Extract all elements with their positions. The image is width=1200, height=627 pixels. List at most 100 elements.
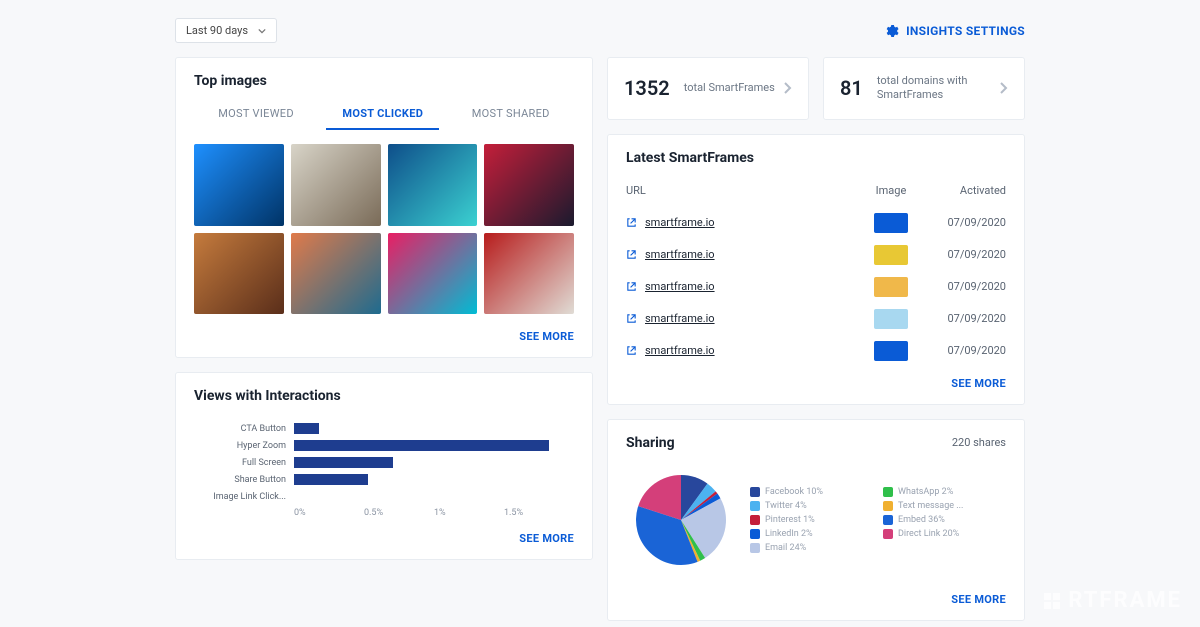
col-image: Image (856, 184, 926, 197)
bar (294, 440, 549, 451)
tab-most-clicked[interactable]: MOST CLICKED (326, 99, 439, 130)
stat-label: total SmartFrames (684, 81, 775, 95)
legend-label: Email 24% (765, 543, 806, 553)
legend-item: WhatsApp 2% (883, 487, 1006, 497)
thumbnail[interactable] (194, 233, 284, 315)
bar (294, 423, 319, 434)
thumbnail[interactable] (388, 144, 478, 226)
legend-swatch (750, 515, 760, 525)
url-link[interactable]: smartframe.io (645, 216, 715, 229)
table-row: smartframe.io 07/09/2020 (608, 207, 1024, 239)
top-images-card: Top images MOST VIEWED MOST CLICKED MOST S… (175, 57, 593, 358)
legend-swatch (883, 501, 893, 511)
legend-swatch (883, 529, 893, 539)
stat-label: total domains with SmartFrames (877, 74, 987, 103)
table-row: smartframe.io 07/09/2020 (608, 303, 1024, 335)
legend-item: Twitter 4% (750, 501, 873, 511)
legend-label: Facebook 10% (765, 487, 823, 497)
legend-label: Embed 36% (898, 515, 945, 525)
legend-swatch (883, 487, 893, 497)
interactions-chart: CTA ButtonHyper ZoomFull ScreenShare But… (176, 414, 592, 522)
url-link[interactable]: smartframe.io (645, 344, 715, 357)
latest-smartframes-card: Latest SmartFrames URL Image Activated s… (607, 134, 1025, 405)
interactions-see-more[interactable]: SEE MORE (176, 522, 592, 559)
tab-most-shared[interactable]: MOST SHARED (456, 99, 566, 130)
top-images-grid (176, 130, 592, 320)
table-row: smartframe.io 07/09/2020 (608, 239, 1024, 271)
interactions-title: Views with Interactions (176, 373, 592, 414)
top-images-see-more[interactable]: SEE MORE (176, 320, 592, 357)
interactions-card: Views with Interactions CTA Button Hyper … (175, 372, 593, 560)
bar-label: CTA Button (194, 424, 294, 434)
legend-item: Embed 36% (883, 515, 1006, 525)
legend-item: Email 24% (750, 543, 873, 553)
insights-settings-link[interactable]: INSIGHTS SETTINGS (883, 23, 1025, 39)
activated-date: 07/09/2020 (926, 216, 1006, 229)
thumbnail[interactable] (291, 144, 381, 226)
external-link-icon (626, 249, 637, 260)
sharing-title: Sharing (626, 435, 675, 451)
thumbnail-small[interactable] (874, 245, 908, 265)
external-link-icon (626, 217, 637, 228)
tab-most-viewed[interactable]: MOST VIEWED (202, 99, 310, 130)
legend-swatch (750, 501, 760, 511)
legend-label: WhatsApp 2% (898, 487, 953, 497)
activated-date: 07/09/2020 (926, 248, 1006, 261)
bar (294, 457, 393, 468)
top-images-tabs: MOST VIEWED MOST CLICKED MOST SHARED (176, 99, 592, 130)
thumbnail-small[interactable] (874, 341, 908, 361)
bar-label: Full Screen (194, 458, 294, 468)
sharing-pie-chart (626, 465, 736, 575)
sharing-legend: Facebook 10% WhatsApp 2% Twitter 4% Text me… (750, 487, 1006, 553)
top-images-title: Top images (176, 58, 592, 99)
external-link-icon (626, 281, 637, 292)
stat-value: 81 (840, 76, 863, 100)
table-row: smartframe.io07/09/2020 (608, 271, 1024, 303)
bar-label: Image Link Click... (194, 492, 294, 502)
legend-item: Pinterest 1% (750, 515, 873, 525)
chevron-down-icon (258, 27, 266, 35)
chevron-right-icon (782, 81, 792, 95)
legend-item: Text message ... (883, 501, 1006, 511)
stat-card[interactable]: 81 total domains with SmartFrames (823, 57, 1025, 120)
thumbnail[interactable] (388, 233, 478, 315)
bar-label: Hyper Zoom (194, 441, 294, 451)
url-link[interactable]: smartframe.io (645, 280, 715, 293)
activated-date: 07/09/2020 (926, 344, 1006, 357)
legend-item: Facebook 10% (750, 487, 873, 497)
sharing-card: Sharing 220 shares Facebook 10%WhatsApp … (607, 419, 1025, 621)
thumbnail-small[interactable] (874, 277, 908, 297)
legend-label: Direct Link 20% (898, 529, 959, 539)
thumbnail-small[interactable] (874, 213, 908, 233)
thumbnail[interactable] (484, 144, 574, 226)
external-link-icon (626, 345, 637, 356)
url-link[interactable]: smartframe.io (645, 312, 715, 325)
date-range-label: Last 90 days (186, 24, 248, 37)
bar (294, 474, 368, 485)
axis-tick: 0.5% (364, 508, 434, 518)
legend-item: Direct Link 20% (883, 529, 1006, 539)
url-link[interactable]: smartframe.io (645, 248, 715, 261)
thumbnail[interactable] (194, 144, 284, 226)
thumbnail-small[interactable] (874, 309, 908, 329)
activated-date: 07/09/2020 (926, 312, 1006, 325)
latest-table-header: URL Image Activated (608, 176, 1024, 207)
legend-swatch (750, 543, 760, 553)
legend-label: Pinterest 1% (765, 515, 815, 525)
legend-item: LinkedIn 2% (750, 529, 873, 539)
thumbnail[interactable] (484, 233, 574, 315)
stat-value: 1352 (624, 76, 670, 100)
thumbnail[interactable] (291, 233, 381, 315)
stat-card[interactable]: 1352 total SmartFrames (607, 57, 809, 120)
chevron-right-icon (998, 81, 1008, 95)
insights-settings-label: INSIGHTS SETTINGS (906, 24, 1025, 38)
latest-see-more[interactable]: SEE MORE (608, 367, 1024, 404)
legend-swatch (750, 529, 760, 539)
legend-swatch (750, 487, 760, 497)
date-range-dropdown[interactable]: Last 90 days (175, 18, 277, 43)
legend-swatch (883, 515, 893, 525)
axis-tick: 1.5% (504, 508, 574, 518)
gear-icon (883, 23, 899, 39)
table-row: smartframe.io 07/09/2020 (608, 335, 1024, 367)
sharing-see-more[interactable]: SEE MORE (608, 583, 1024, 620)
